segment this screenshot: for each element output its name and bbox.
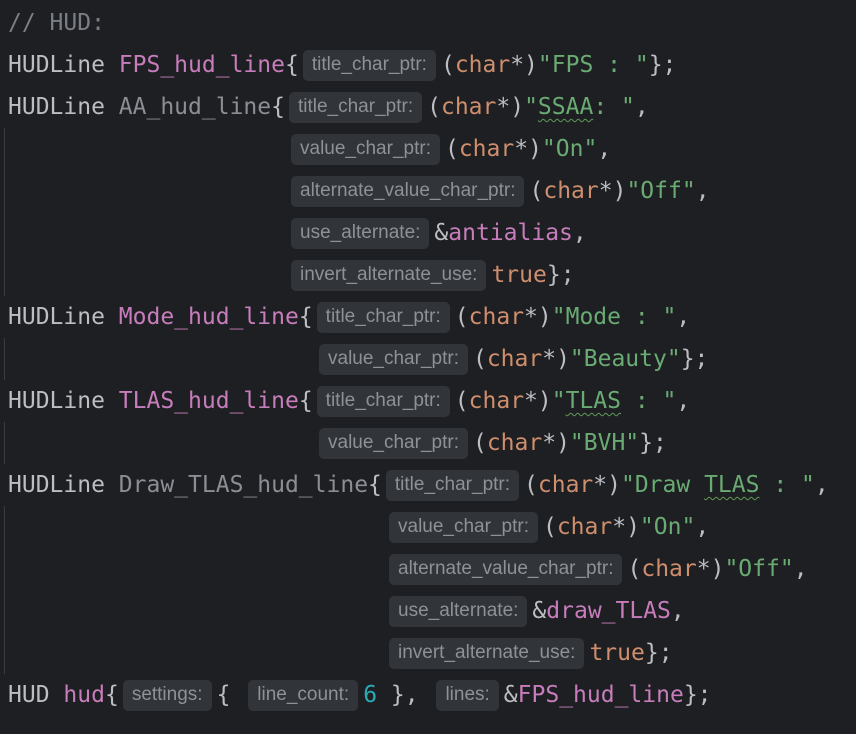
code-line[interactable]: alternate_value_char_ptr:(char *) "Off", <box>287 170 710 212</box>
code-line-hud[interactable]: HUD hud{settings:{ line_count: 6 }, lines… <box>8 674 712 716</box>
var-fps-hud-line: FPS_hud_line <box>118 52 285 78</box>
inlay-hint-invert: invert_alternate_use: <box>291 259 487 291</box>
code-line-aa[interactable]: HUDLine AA_hud_line{title_char_ptr:(char… <box>8 86 649 128</box>
inlay-hint-value: value_char_ptr: <box>319 343 468 375</box>
var-draw-tlas: draw_TLAS <box>546 598 671 624</box>
code-line[interactable]: value_char_ptr:(char *) "On", <box>287 128 611 170</box>
inlay-hint-value: value_char_ptr: <box>319 427 468 459</box>
inlay-hint-use-alt: use_alternate: <box>389 595 528 627</box>
code-editor[interactable]: // HUD: HUDLine FPS_hud_line{title_char_… <box>0 0 856 734</box>
var-fps-ref: FPS_hud_line <box>517 682 684 708</box>
inlay-hint-title: title_char_ptr: <box>316 385 450 417</box>
code-line[interactable]: value_char_ptr:(char *) "On", <box>385 506 709 548</box>
indent-guide <box>4 338 5 380</box>
inlay-hint-alt-value: alternate_value_char_ptr: <box>389 553 623 585</box>
inlay-hint-value: value_char_ptr: <box>389 511 538 543</box>
inlay-hint-title: title_char_ptr: <box>316 301 450 333</box>
indent-guide <box>4 422 5 464</box>
code-line-fps[interactable]: HUDLine FPS_hud_line{title_char_ptr:(cha… <box>8 44 676 86</box>
inlay-hint-value: value_char_ptr: <box>291 133 440 165</box>
code-line-draw-tlas[interactable]: HUDLine Draw_TLAS_hud_line{title_char_pt… <box>8 464 829 506</box>
code-line[interactable]: value_char_ptr:(char *) "BVH"}; <box>315 422 667 464</box>
code-line[interactable]: invert_alternate_use: true}; <box>385 632 673 674</box>
inlay-hint-alt-value: alternate_value_char_ptr: <box>291 175 525 207</box>
inlay-hint-line-count: line_count: <box>248 679 359 711</box>
spelling-warning: TLAS <box>704 472 760 498</box>
string-literal: "FPS : " <box>537 52 649 78</box>
inlay-hint-invert: invert_alternate_use: <box>389 637 585 669</box>
code-line[interactable]: alternate_value_char_ptr:(char *) "Off", <box>385 548 808 590</box>
var-antialias: antialias <box>448 220 573 246</box>
inlay-hint-title: title_char_ptr: <box>302 49 436 81</box>
inlay-hint-settings: settings: <box>122 679 212 711</box>
indent-guide <box>4 128 5 296</box>
indent-guide <box>4 506 5 674</box>
number-literal: 6 <box>363 682 378 708</box>
var-draw-tlas-hud-line: Draw_TLAS_hud_line <box>118 472 369 498</box>
code-line-mode[interactable]: HUDLine Mode_hud_line{title_char_ptr:(ch… <box>8 296 690 338</box>
inlay-hint-title: title_char_ptr: <box>385 469 520 501</box>
code-line[interactable]: invert_alternate_use: true}; <box>287 254 575 296</box>
comment: // HUD: <box>8 10 105 36</box>
code-line[interactable]: use_alternate: & antialias, <box>287 212 587 254</box>
code-line[interactable]: value_char_ptr:(char *) "Beauty"}; <box>315 338 708 380</box>
inlay-hint-lines: lines: <box>436 679 499 711</box>
code-line[interactable]: use_alternate: & draw_TLAS, <box>385 590 685 632</box>
type-name: HUDLine <box>8 52 105 78</box>
code-line-comment[interactable]: // HUD: <box>8 2 105 44</box>
var-tlas-hud-line: TLAS_hud_line <box>118 388 299 414</box>
var-aa-hud-line: AA_hud_line <box>118 94 272 120</box>
spelling-warning: SSAA <box>537 94 594 120</box>
var-hud: hud <box>63 682 105 708</box>
var-mode-hud-line: Mode_hud_line <box>118 304 299 330</box>
inlay-hint-use-alt: use_alternate: <box>291 217 430 249</box>
spelling-warning: TLAS <box>565 388 621 414</box>
inlay-hint-title: title_char_ptr: <box>288 91 423 123</box>
type-name: HUD <box>8 682 50 708</box>
code-line-tlas[interactable]: HUDLine TLAS_hud_line{title_char_ptr:(ch… <box>8 380 690 422</box>
